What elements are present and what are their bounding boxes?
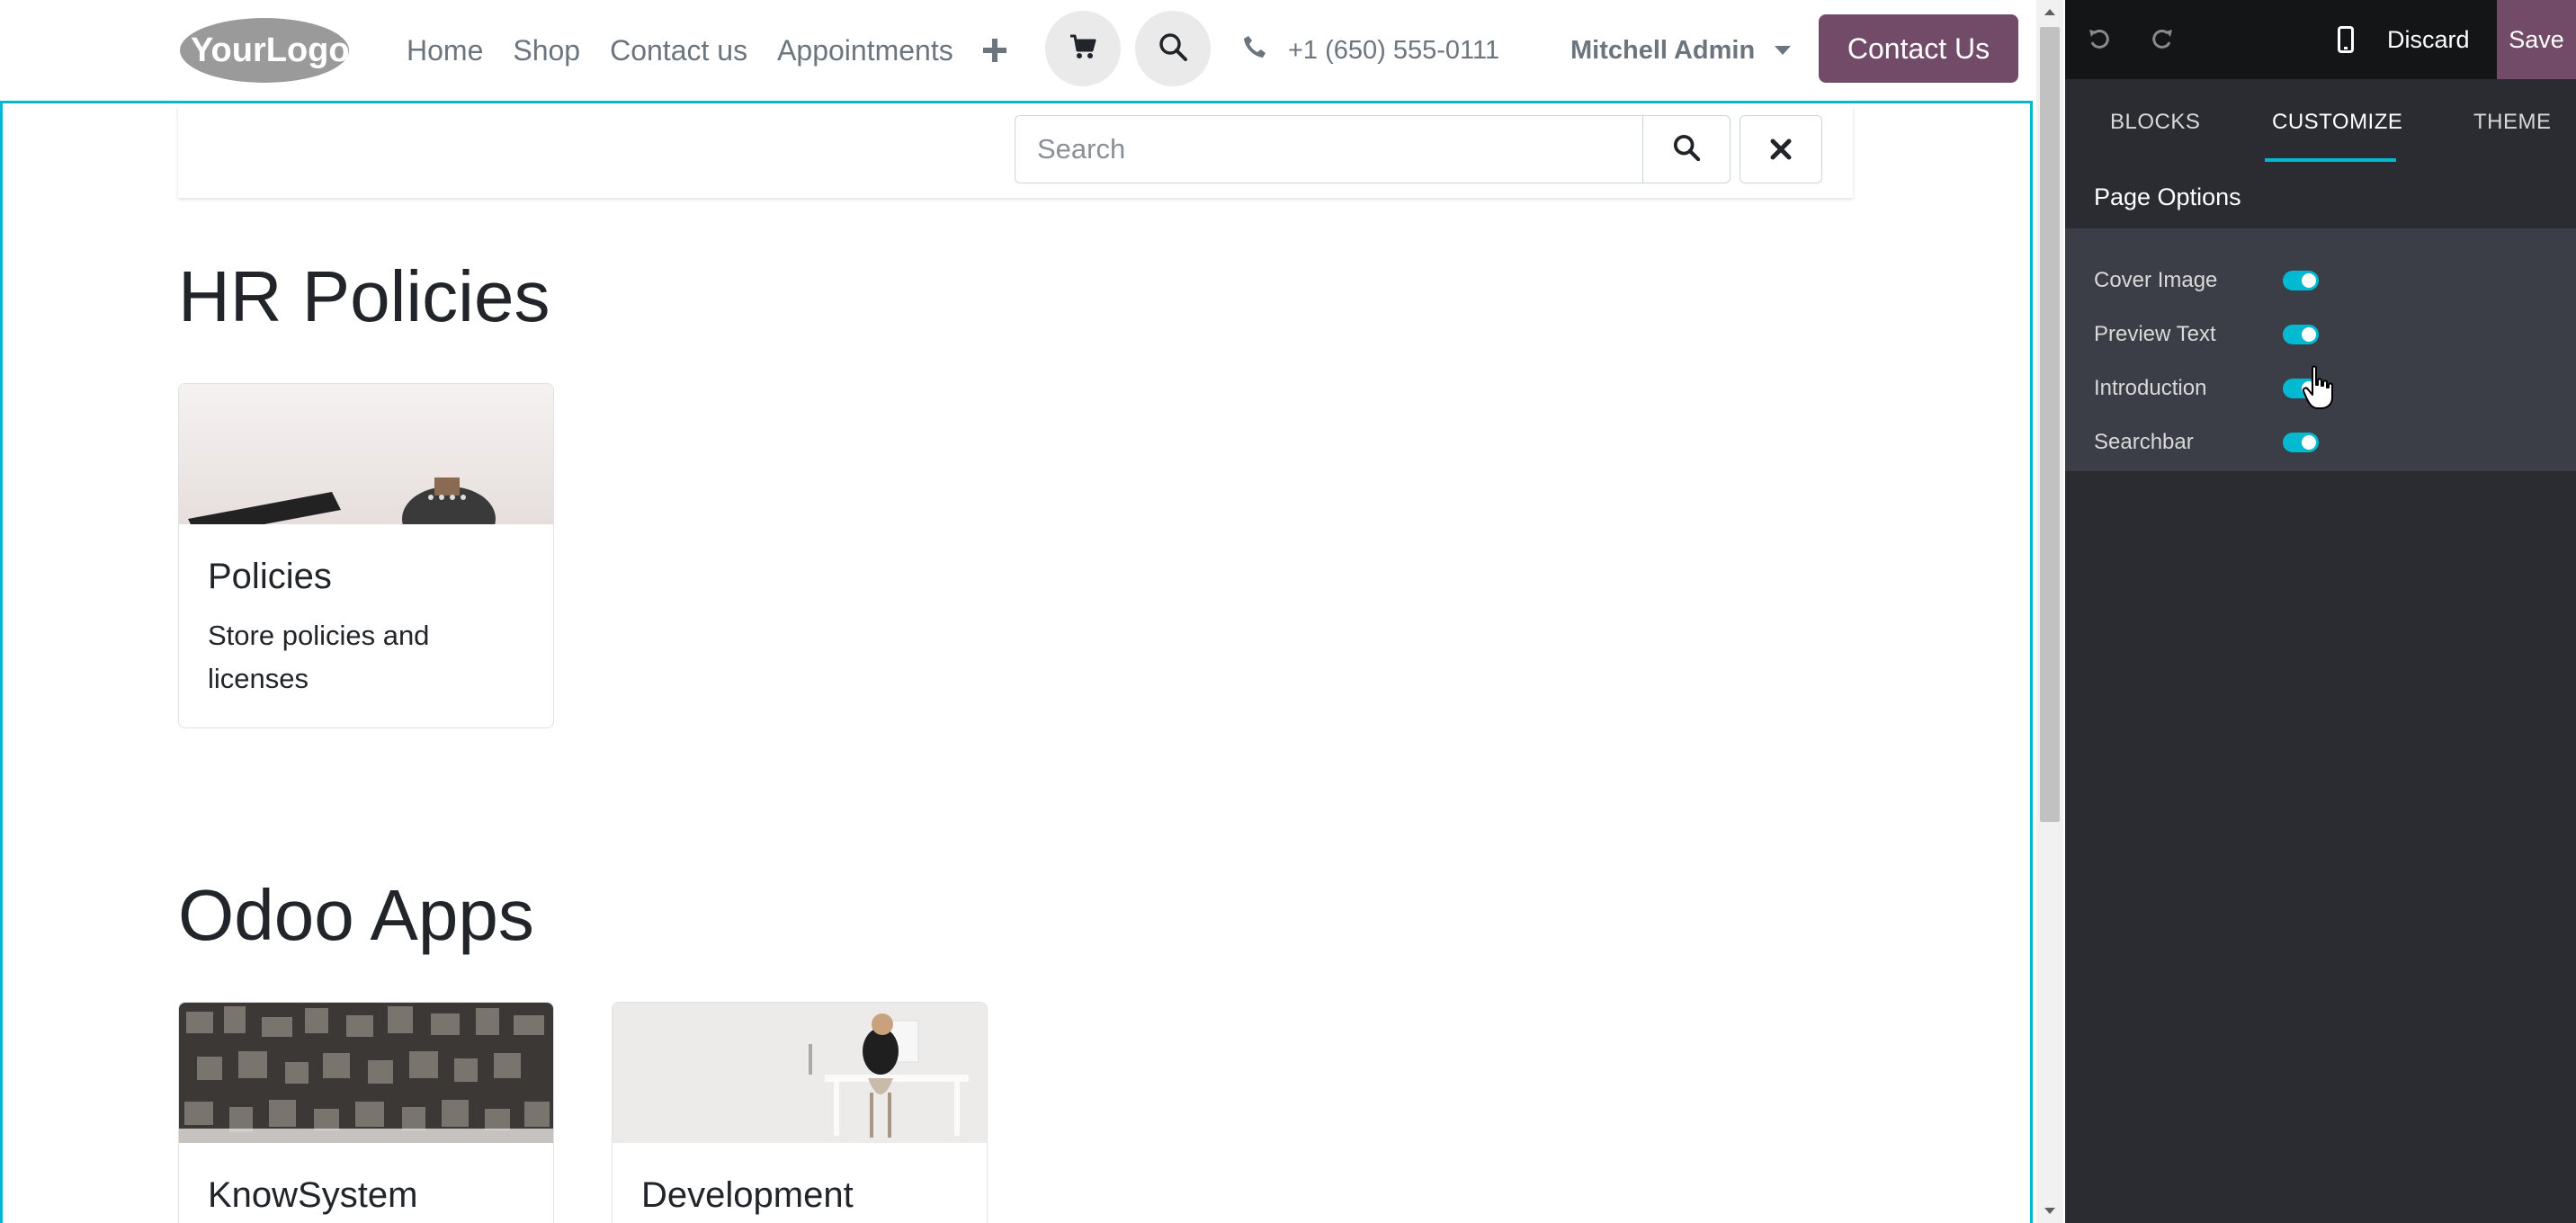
close-icon: [1770, 130, 1792, 168]
card-cover-image: [179, 1003, 553, 1143]
editor-tabs: BLOCKS CUSTOMIZE THEME: [2065, 79, 2576, 165]
contact-us-button[interactable]: Contact Us: [1819, 14, 2018, 83]
card-cover-image: [613, 1003, 987, 1143]
nav-menu: Home Shop Contact us Appointments: [407, 0, 1006, 101]
site-logo[interactable]: YourLogo: [178, 14, 351, 85]
knowledge-searchbar: [178, 104, 1853, 198]
card-cover-image: [179, 384, 553, 524]
website-preview: YourLogo Home Shop Contact us Appointmen…: [0, 0, 2036, 1223]
active-tab-indicator: [2265, 158, 2396, 162]
category-card[interactable]: Development: [612, 1002, 988, 1223]
undo-icon[interactable]: [2080, 20, 2119, 59]
card-description: Store policies and licenses: [208, 620, 430, 694]
search-icon: [1158, 32, 1187, 66]
tab-customize[interactable]: CUSTOMIZE: [2272, 79, 2402, 165]
scroll-up-arrow-icon[interactable]: [2036, 0, 2063, 23]
search-submit-button[interactable]: [1642, 115, 1731, 183]
page-scrollbar[interactable]: [2036, 0, 2063, 1223]
phone-number: +1 (650) 555-0111: [1288, 35, 1500, 65]
mobile-preview-icon[interactable]: [2326, 20, 2366, 59]
option-label-preview-text: Preview Text: [2094, 322, 2216, 346]
search-icon: [1673, 134, 1701, 165]
caret-down-icon: [1775, 46, 1792, 55]
section-title-odoo-apps: Odoo Apps: [178, 875, 534, 955]
search-toggle-button[interactable]: [1135, 11, 1211, 86]
phone-contact[interactable]: +1 (650) 555-0111: [1243, 0, 1499, 101]
option-label-cover-image: Cover Image: [2094, 268, 2218, 292]
user-name: Mitchell Admin: [1570, 35, 1756, 65]
nav-link-contact[interactable]: Contact us: [610, 34, 747, 67]
toggle-searchbar[interactable]: [2283, 433, 2319, 452]
toggle-preview-text[interactable]: [2283, 325, 2319, 344]
scroll-down-arrow-icon[interactable]: [2036, 1200, 2063, 1223]
phone-icon: [1243, 35, 1266, 66]
tab-theme[interactable]: THEME: [2473, 79, 2552, 165]
section-title-hr-policies: HR Policies: [178, 256, 550, 336]
card-title: Development: [641, 1175, 854, 1215]
cart-button[interactable]: [1045, 11, 1121, 86]
page-options-list: Cover Image Preview Text Introduction Se…: [2065, 228, 2576, 471]
card-title: KnowSystem: [208, 1175, 418, 1215]
plus-icon[interactable]: [982, 31, 1006, 71]
option-label-introduction: Introduction: [2094, 376, 2207, 400]
nav-link-home[interactable]: Home: [407, 34, 483, 67]
save-button[interactable]: Save: [2497, 0, 2576, 79]
card-title: Policies: [208, 557, 332, 596]
redo-icon[interactable]: [2142, 20, 2182, 59]
scrollbar-thumb[interactable]: [2040, 27, 2060, 822]
clear-search-button[interactable]: [1740, 115, 1822, 183]
hand-pointer-cursor-icon: [2302, 365, 2335, 410]
logo-text: YourLogo: [191, 31, 350, 69]
tab-blocks[interactable]: BLOCKS: [2110, 79, 2200, 165]
nav-link-shop[interactable]: Shop: [513, 34, 580, 67]
page-options-header: Page Options: [2065, 165, 2576, 228]
nav-link-appointments[interactable]: Appointments: [777, 34, 953, 67]
editor-sidebar: Discard Save BLOCKS CUSTOMIZE THEME Page…: [2065, 0, 2576, 1223]
discard-button[interactable]: Discard: [2387, 0, 2470, 79]
category-card[interactable]: Policies Store policies and licenses: [178, 383, 554, 728]
user-menu[interactable]: Mitchell Admin: [1570, 0, 1792, 101]
search-input[interactable]: [1015, 115, 1644, 183]
navbar: YourLogo Home Shop Contact us Appointmen…: [0, 0, 2036, 101]
cart-icon: [1069, 34, 1096, 64]
toggle-cover-image[interactable]: [2283, 271, 2319, 290]
category-card[interactable]: KnowSystem: [178, 1002, 554, 1223]
editor-toolbar: Discard Save: [2065, 0, 2576, 79]
option-label-searchbar: Searchbar: [2094, 430, 2194, 454]
